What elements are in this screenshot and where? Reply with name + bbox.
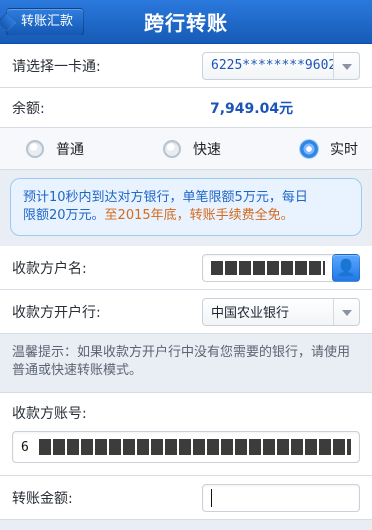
amount-label: 转账金额: [12,490,73,507]
payee-bank-value: 中国农业银行 [211,306,290,321]
payee-name-row: 收款方户名: 👤 [0,246,372,290]
payee-bank-label: 收款方开户行: [12,304,101,321]
radio-icon[interactable] [163,139,181,158]
payee-name-label: 收款方户名: [12,260,87,277]
redacted-payee-name [211,260,325,275]
mode-realtime-label: 实时 [330,141,358,158]
dropdown-triangle-icon [341,63,352,70]
redacted-payee-account [38,439,351,455]
back-button-label: 转账汇款 [21,14,74,29]
page-title: 跨行转账 [144,11,228,35]
transfer-notice: 预计10秒内到达对方银行，单笔限额5万元，每日 限额20万元。至2015年底，转… [10,178,362,236]
notice-line-1: 预计10秒内到达对方银行，单笔限额5万元，每日 [23,190,308,205]
dropdown-triangle-icon [341,309,352,316]
payee-account-input[interactable]: 6 [12,431,360,463]
balance-value: 7,949.04元 [210,100,294,117]
payee-bank-row: 收款方开户行: 中国农业银行 [0,290,372,334]
text-caret [211,488,212,507]
payee-bank-select[interactable]: 中国农业银行 [202,297,360,326]
mode-normal[interactable]: 普通 [26,139,84,159]
select-card-label: 请选择一卡通: [12,58,101,75]
amount-row: 转账金额: [0,476,372,520]
payee-account-prefix: 6 [21,439,29,455]
card-select[interactable]: 6225********9602 [202,51,360,80]
mode-fast[interactable]: 快速 [163,139,221,159]
mode-realtime[interactable]: 实时 [300,139,358,159]
radio-icon[interactable] [26,139,44,158]
notice-wrap: 预计10秒内到达对方银行，单笔限额5万元，每日 限额20万元。至2015年底，转… [0,170,372,246]
mode-normal-label: 普通 [56,141,84,158]
transfer-form: 请选择一卡通: 6225********9602 余额: 7,949.04元 普… [0,44,372,520]
payee-account-block: 收款方账号: 6 [0,393,372,476]
payee-account-label: 收款方账号: [12,406,87,422]
payee-name-input[interactable]: 👤 [202,253,360,282]
balance-label: 余额: [12,100,45,117]
dropdown-arrow[interactable] [333,298,359,325]
notice-line-2: 限额20万元。 [23,208,105,223]
contacts-button[interactable]: 👤 [332,253,360,282]
back-button[interactable]: 转账汇款 [0,8,85,36]
radio-selected-icon[interactable] [300,139,318,158]
balance-row: 余额: 7,949.04元 [0,88,372,128]
chevron-left-icon [0,12,17,32]
contacts-icon: 👤 [336,258,356,277]
card-number: 6225********9602 [211,58,333,73]
amount-input[interactable] [202,483,360,512]
mode-fast-label: 快速 [193,141,221,158]
dropdown-arrow[interactable] [333,52,359,79]
top-bar: 转账汇款 跨行转账 [0,0,372,44]
transfer-mode: 普通 快速 实时 [0,128,372,170]
tip-text: 温馨提示：如果收款方开户行中没有您需要的银行，请使用普通或快速转账模式。 [0,334,372,393]
select-card-row: 请选择一卡通: 6225********9602 [0,44,372,88]
notice-line-3: 至2015年底，转账手续费全免。 [104,208,294,223]
